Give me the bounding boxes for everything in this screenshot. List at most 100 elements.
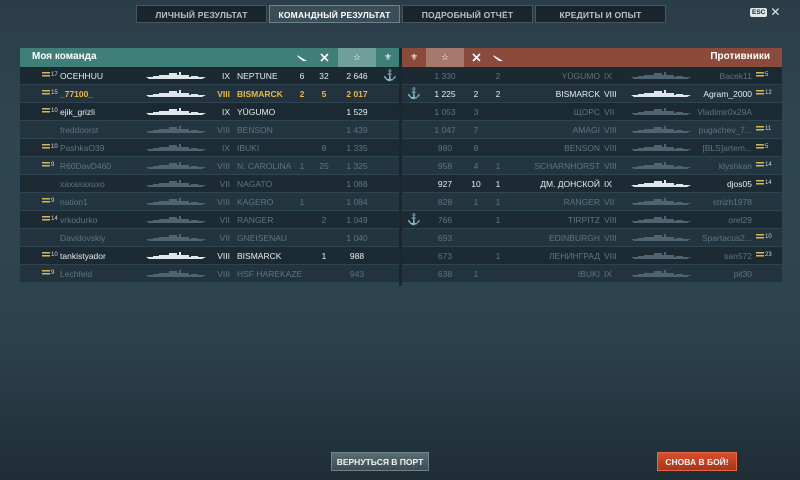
enemy-team-row[interactable]: 958 4 1 SCHARNHORST VIII klyshkan 14 <box>402 157 782 174</box>
rank-level: 9 <box>51 270 55 276</box>
ship-name: YŪGUMO <box>561 71 600 81</box>
enemy-team-row[interactable]: 638 1 IBUKI IX pit30 <box>402 265 782 282</box>
ship-name: TIRPITZ <box>567 215 600 225</box>
enemy-team-row[interactable]: 980 8 BENSON VIII [BLS]artem... 5 <box>402 139 782 156</box>
base-xp: 693 <box>437 233 453 243</box>
my-team-row[interactable]: 17 OCEHHUU IX NEPTUNE 6 32 2 646 ⚓ <box>20 67 399 84</box>
ship-tier: VIII <box>217 125 230 135</box>
close-button[interactable]: ESC ✕ <box>750 6 780 18</box>
enemy-team-row[interactable]: 1 053 3 ЩОРС VII Vladimir0x29A <box>402 103 782 120</box>
enemy-team-row[interactable]: 927 10 1 ДМ. ДОНСКОЙ IX djos05 14 <box>402 175 782 192</box>
damage-kills: 3 <box>473 107 479 117</box>
player-name: ejik_grizli <box>60 107 95 117</box>
ship-tier: VIII <box>604 161 617 171</box>
ship-silhouette-icon <box>630 180 692 188</box>
damage-kills: 7 <box>473 125 479 135</box>
ship-silhouette-icon <box>630 108 692 116</box>
ship-tier: VII <box>604 197 615 207</box>
rank-badge: 5 <box>756 72 768 78</box>
player-name: xaxaxaxuxo <box>60 179 105 189</box>
rank-badge: 15 <box>42 90 58 96</box>
player-name: klyshkan <box>718 161 752 171</box>
ship-tier: VIII <box>217 161 230 171</box>
my-team-row[interactable]: Davidovskiy VII GNEISENAU 1 040 <box>20 229 399 246</box>
rank-badge: 17 <box>42 72 58 78</box>
plane-kills-icon <box>292 48 312 67</box>
ship-name: AMAGI <box>572 125 600 135</box>
ship-name: HSF HAREKAZE <box>237 269 303 279</box>
ship-tier: VIII <box>604 251 617 261</box>
my-team-row[interactable]: 9 R60DavD460 VIII N. CAROLINA 1 25 1 325 <box>20 157 399 174</box>
ship-tier: IX <box>604 71 613 81</box>
rank-badge: 14 <box>42 216 58 222</box>
damage-kills: 25 <box>319 161 329 171</box>
tab-detailed-report[interactable]: ПОДРОБНЫЙ ОТЧЁТ <box>402 5 533 23</box>
ship-tier: IX <box>604 269 613 279</box>
enemy-team-row[interactable]: 1 330 2 YŪGUMO IX Bacek11 5 <box>402 67 782 84</box>
ship-tier: VII <box>219 179 230 189</box>
my-team-title: Моя команда <box>32 51 97 62</box>
my-team-row[interactable]: 9 Lechfeld VIII HSF HAREKAZE 943 <box>20 265 399 282</box>
enemy-team-row[interactable]: ⚓ 1 225 2 2 BISMARCK VIII Agram_2000 12 <box>402 85 782 102</box>
damage-kills: 8 <box>473 143 479 153</box>
ship-name: BENSON <box>564 143 600 153</box>
ship-silhouette-icon <box>145 108 207 116</box>
ship-tier: VIII <box>217 197 230 207</box>
tab-team-result[interactable]: КОМАНДНЫЙ РЕЗУЛЬТАТ <box>269 5 400 23</box>
player-name: _77100_ <box>60 89 94 99</box>
rank-icon <box>756 162 764 168</box>
enemy-team-row[interactable]: 1 047 7 AMAGI VIII pugachev_7... 11 <box>402 121 782 138</box>
base-xp: 943 <box>349 269 365 279</box>
rank-badge: 9 <box>42 198 54 204</box>
team-divider <box>399 48 402 286</box>
base-xp: 1 529 <box>346 107 368 117</box>
ship-silhouette-icon <box>145 144 207 152</box>
anchor-icon: ⚓ <box>407 214 421 226</box>
damage-kills: 10 <box>471 179 481 189</box>
rank-level: 9 <box>51 198 55 204</box>
base-xp: 1 439 <box>346 125 368 135</box>
my-team-row[interactable]: 10 ejik_grizli IX YŪGUMO 1 529 <box>20 103 399 120</box>
rank-badge: 10 <box>42 108 58 114</box>
ship-tier: VII <box>604 107 615 117</box>
ship-name: BISMARCK <box>237 89 283 99</box>
ship-tier: VIII <box>217 89 230 99</box>
rank-level: 9 <box>51 162 55 168</box>
ship-tier: IX <box>604 179 613 189</box>
enemy-team-header: ⚜ ☆ Противники <box>402 48 782 67</box>
rank-icon <box>42 144 50 150</box>
ship-name: BISMARCK <box>555 89 600 99</box>
my-team-row[interactable]: 15 _77100_ VIII BISMARCK 2 5 2 017 <box>20 85 399 102</box>
player-name: tankistyador <box>60 251 106 261</box>
my-team-row[interactable]: 14 vrkodurko VII RANGER 2 1 049 <box>20 211 399 228</box>
rank-badge: 10 <box>42 252 58 258</box>
my-team-row[interactable]: xaxaxaxuxo VII NAGATO 1 088 <box>20 175 399 192</box>
return-to-port-button[interactable]: ВЕРНУТЬСЯ В ПОРТ <box>331 452 429 471</box>
planes-destroyed: 1 <box>299 197 305 207</box>
plane-kills-icon <box>488 48 508 67</box>
enemy-team-row[interactable]: 693 EDINBURGH VIII Spartacus2... 10 <box>402 229 782 246</box>
ship-name: EDINBURGH <box>548 233 600 243</box>
ship-name: IBUKI <box>237 143 260 153</box>
rank-badge: 12 <box>756 90 772 96</box>
enemy-team-row[interactable]: ⚓ 766 1 TIRPITZ VIII orel29 <box>402 211 782 228</box>
player-name: strizh1978 <box>712 197 752 207</box>
player-name: Spartacus2... <box>701 233 752 243</box>
enemy-team-row[interactable]: 828 1 1 RANGER VII strizh1978 <box>402 193 782 210</box>
player-name: Bacek11 <box>719 71 752 81</box>
enemy-team-row[interactable]: 673 1 ЛЕНИНГРАД VIII san572 23 <box>402 247 782 264</box>
damage-kills: 2 <box>321 215 327 225</box>
planes-destroyed: 1 <box>299 161 305 171</box>
ship-silhouette-icon <box>630 162 692 170</box>
battle-again-button[interactable]: СНОВА В БОЙ! <box>657 452 737 471</box>
my-team-row[interactable]: freddoorst VIII BENSON 1 439 <box>20 121 399 138</box>
tab-personal-result[interactable]: ЛИЧНЫЙ РЕЗУЛЬТАТ <box>136 5 267 23</box>
my-team-row[interactable]: 9 nation1 VIII KAGERO 1 1 084 <box>20 193 399 210</box>
my-team-row[interactable]: 10 tankistyador VIII BISMARCK 1 988 <box>20 247 399 264</box>
tab-credits-xp[interactable]: КРЕДИТЫ И ОПЫТ <box>535 5 666 23</box>
ship-silhouette-icon <box>145 126 207 134</box>
rank-badge: 10 <box>756 234 772 240</box>
rank-level: 5 <box>765 144 769 150</box>
laurel-icon: ⚜ <box>409 52 419 62</box>
my-team-row[interactable]: 10 PashkaO39 IX IBUKI 8 1 335 <box>20 139 399 156</box>
